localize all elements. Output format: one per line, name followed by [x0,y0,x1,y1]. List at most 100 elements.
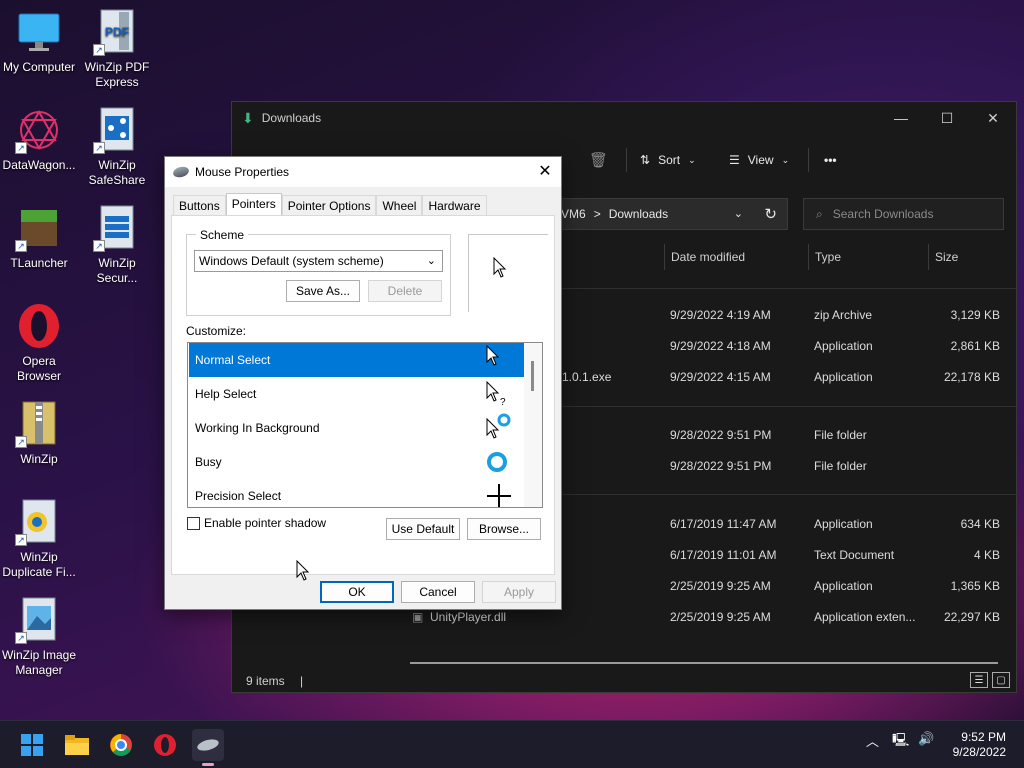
pointers-panel: Scheme Windows Default (system scheme) ⌄… [171,215,555,575]
tab-pointer-options[interactable]: Pointer Options [281,195,377,215]
desktop-icon-label: WinZip [20,452,58,466]
chevron-down-icon[interactable]: ⌄ [734,207,743,220]
sort-button[interactable]: ⇅ Sort ⌄ [640,153,696,167]
mouse-properties-dialog[interactable]: Mouse Properties ✕ Buttons Pointers Poin… [164,156,562,610]
desktop-icon-label: WinZip Image Manager [1,648,77,677]
list-item[interactable]: Help Select ? [189,377,524,411]
scheme-value: Windows Default (system scheme) [199,254,384,268]
dialog-close-button[interactable]: ✕ [535,162,555,182]
chevron-up-icon[interactable]: ︿ [866,731,879,750]
start-icon[interactable] [16,729,48,761]
scrollbar-thumb[interactable] [531,361,534,391]
chevron-down-icon: ⌄ [688,154,696,165]
file-explorer-icon[interactable] [61,729,93,761]
cursor-list[interactable]: Normal Select Help Select ? Working In B… [187,342,543,508]
minimize-button[interactable]: — [878,102,924,134]
delete-icon[interactable]: 🗑 [589,151,608,169]
dialog-tabs: Buttons Pointers Pointer Options Wheel H… [173,193,487,215]
view-button[interactable]: ☰ View ⌄ [729,153,789,167]
file-type: Application exten... [814,610,916,624]
tab-wheel[interactable]: Wheel [376,195,423,215]
list-item[interactable]: Normal Select [189,343,524,377]
dll-file-icon: ▣ [412,610,424,624]
save-as-button[interactable]: Save As... [286,280,360,302]
desktop-icon-winzip-duplicate[interactable]: ↗ WinZip Duplicate Fi... [0,498,78,580]
use-default-button[interactable]: Use Default [386,518,460,540]
more-options-button[interactable]: ••• [824,153,837,167]
crosshair-cursor-icon [487,484,511,507]
clock[interactable]: 9:52 PM 9/28/2022 [953,730,1006,760]
browse-button[interactable]: Browse... [467,518,541,540]
svg-text:?: ? [500,397,506,407]
breadcrumb-vm6[interactable]: VM6 [561,207,586,221]
list-item[interactable]: Busy [189,445,524,479]
mouse-properties-icon[interactable] [192,729,224,766]
clock-date: 9/28/2022 [952,745,1006,759]
monitor-icon [15,8,63,56]
checkbox-label: Enable pointer shadow [204,516,327,530]
tab-buttons[interactable]: Buttons [173,195,226,215]
column-size[interactable]: Size [928,244,1008,270]
opera-icon [15,302,63,350]
sort-icon: ⇅ [640,153,651,167]
help-cursor-icon: ? [486,381,506,407]
file-date: 2/25/2019 9:25 AM [670,579,771,593]
item-count: 9 items [246,674,285,688]
file-size: 634 KB [960,517,1000,531]
list-item[interactable]: Precision Select [189,479,524,507]
tab-hardware[interactable]: Hardware [422,195,487,215]
desktop-icon-label: Opera Browser [16,354,61,383]
winzip-duplicate-icon: ↗ [15,498,63,546]
desktop-icon-tlauncher[interactable]: ↗ TLauncher [0,204,78,271]
dialog-title: Mouse Properties [195,165,290,179]
scheme-dropdown[interactable]: Windows Default (system scheme) ⌄ [194,250,443,272]
details-view-icon[interactable]: ☰ [970,672,988,688]
horizontal-scrollbar[interactable] [410,662,998,664]
checkbox[interactable] [187,516,200,530]
apply-button[interactable]: Apply [482,581,556,603]
busy-cursor-icon [487,452,507,472]
desktop-icon-my-computer[interactable]: My Computer [0,8,78,75]
cursor-list-scrollbar[interactable] [524,343,542,507]
dialog-title-bar[interactable]: Mouse Properties [165,157,561,187]
file-type: zip Archive [814,308,873,322]
view-label: View [747,153,774,167]
desktop-icon-datawagon[interactable]: ↗ DataWagon... [0,106,78,173]
column-type[interactable]: Type [808,244,928,270]
enable-pointer-shadow-checkbox[interactable]: Enable pointer shadow [187,516,326,530]
svg-text:PDF: PDF [105,25,129,39]
column-size-label: Size [935,250,959,264]
customize-label: Customize: [186,324,247,338]
list-item[interactable]: Working In Background [189,411,524,445]
mouse-icon [171,165,191,179]
ok-button[interactable]: OK [320,581,394,603]
volume-icon[interactable]: 🔊 [918,731,934,747]
file-type: Application [814,339,873,353]
opera-taskbar-icon[interactable] [149,729,181,761]
refresh-icon[interactable]: ↻ [764,205,777,223]
file-size: 22,297 KB [943,610,1000,624]
desktop-icon-opera[interactable]: Opera Browser [0,302,78,384]
network-icon[interactable]: 🖳 [892,731,909,753]
search-box[interactable]: ⌕ Search Downloads [803,198,1004,230]
desktop-icon-winzip-image[interactable]: ↗ WinZip Image Manager [0,596,78,678]
more-icon: ••• [824,153,837,167]
file-date: 6/17/2019 11:01 AM [670,548,777,562]
desktop-icon-winzip-safeshare[interactable]: ↗ WinZip SafeShare [78,106,156,188]
desktop-icon-winzip-pdf[interactable]: PDF ↗ WinZip PDF Express [78,8,156,90]
close-button[interactable]: ✕ [970,102,1016,134]
maximize-button[interactable]: ☐ [924,102,970,134]
cancel-button[interactable]: Cancel [401,581,475,603]
desktop-icon-winzip-secure[interactable]: ↗ WinZip Secur... [78,204,156,286]
desktop-icon-label: WinZip SafeShare [88,158,146,187]
file-name: 1.0.1.exe [562,370,612,384]
file-size: 2,861 KB [950,339,1000,353]
tiles-view-icon[interactable]: ▢ [992,672,1010,688]
breadcrumb-downloads[interactable]: Downloads [609,207,668,221]
tab-pointers[interactable]: Pointers [225,193,282,215]
chrome-icon[interactable] [105,729,137,761]
winzip-secure-icon: ↗ [93,204,141,252]
desktop-icon-winzip[interactable]: ↗ WinZip [0,400,78,467]
column-date-modified[interactable]: Date modified [664,244,808,270]
delete-button[interactable]: Delete [368,280,442,302]
